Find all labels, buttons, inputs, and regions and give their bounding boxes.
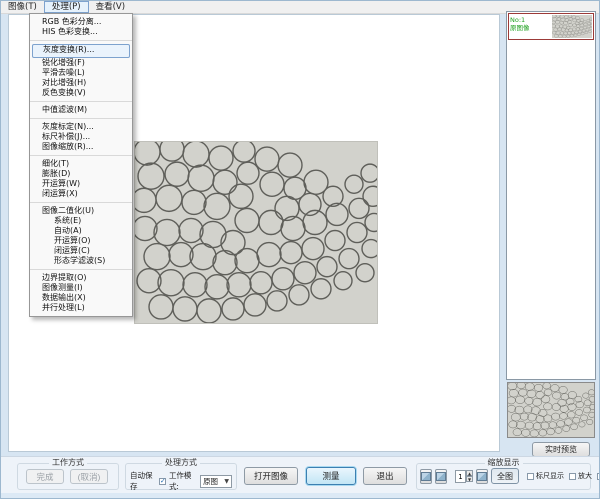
menu-item[interactable]: 标尺补偿(J)... <box>30 132 132 142</box>
menu-item[interactable]: 自动(A) <box>30 226 132 236</box>
menu-item[interactable]: HIS 色彩变换... <box>30 27 132 41</box>
menu-item[interactable]: 并行处理(L) <box>30 303 132 313</box>
menu-item[interactable]: 闭运算(C) <box>30 246 132 256</box>
menu-item[interactable]: 开运算(O) <box>30 236 132 246</box>
option-checkbox[interactable] <box>527 473 534 480</box>
zoom-display-group-title: 缩放显示 <box>485 458 523 468</box>
process-mode-group-title: 处理方式 <box>162 458 200 468</box>
mode-combobox[interactable]: 原图 ▼ <box>200 475 232 488</box>
menu-item[interactable]: 膨胀(D) <box>30 169 132 179</box>
micrograph-image <box>135 142 377 323</box>
menu-item[interactable]: 数据输出(X) <box>30 293 132 303</box>
done-button[interactable]: 完成 <box>26 469 64 484</box>
menu-item[interactable]: 闭运算(X) <box>30 189 132 203</box>
menu-item[interactable]: 灰度变换(R)... <box>32 44 130 58</box>
measure-button[interactable]: 测量 <box>306 467 356 485</box>
work-mode-group: 工作方式 完成 (取消) <box>17 463 119 490</box>
image-list-item-label: No:1 原图像 <box>509 14 551 39</box>
mode-combobox-value: 原图 <box>203 476 218 487</box>
cancel-button[interactable]: (取消) <box>70 469 108 484</box>
fit-view-button[interactable] <box>476 469 488 484</box>
menu-item[interactable]: 中值滤波(M) <box>30 105 132 119</box>
menu-item[interactable]: 图像缩放(R)... <box>30 142 132 156</box>
image-list-item-thumbnail[interactable] <box>552 15 592 38</box>
menubar-item[interactable]: 查看(V) <box>89 1 132 13</box>
zoom-out-button[interactable] <box>435 469 447 484</box>
work-mode-group-title: 工作方式 <box>49 458 87 468</box>
menu-item[interactable]: 细化(T) <box>30 159 132 169</box>
image-icon <box>477 472 487 481</box>
image-icon <box>436 472 446 481</box>
menu-item[interactable]: 对比增强(H) <box>30 78 132 88</box>
menu-item[interactable]: 形态学滤波(S) <box>30 256 132 270</box>
menu-item[interactable]: 图像二值化(U) <box>30 206 132 216</box>
app-window: 图像(T)处理(P)查看(V) RGB 色彩分离...HIS 色彩变换... 灰度… <box>0 0 600 499</box>
mode-label: 工作模式: <box>169 470 197 492</box>
menu-item[interactable]: 系统(E) <box>30 216 132 226</box>
load-image-button[interactable]: 打开图像 <box>244 467 298 485</box>
menu-item[interactable]: 反色变换(V) <box>30 88 132 102</box>
autosave-label: 自动保存 <box>130 470 156 492</box>
image-icon <box>421 472 431 481</box>
processing-menu-dropdown: RGB 色彩分离...HIS 色彩变换... 灰度变换(R)...锐化增强(F)平… <box>29 13 133 317</box>
option-label: 标尺显示 <box>536 471 564 481</box>
exit-button[interactable]: 退出 <box>363 467 407 485</box>
image-list: No:1 原图像 <box>506 11 596 380</box>
menu-item[interactable]: 边界提取(O) <box>30 273 132 283</box>
image-list-item[interactable]: No:1 原图像 <box>508 13 594 40</box>
menu-item[interactable]: 开运算(W) <box>30 179 132 189</box>
menu-item[interactable]: 灰度标定(N)... <box>30 122 132 132</box>
zoom-level-value: 1 <box>455 470 466 483</box>
option-label: 放大 <box>578 471 592 481</box>
process-mode-group: 处理方式 自动保存 工作模式: 原图 ▼ <box>125 463 237 490</box>
menu-item[interactable]: 图像测量(I) <box>30 283 132 293</box>
preview-button[interactable]: 实时预览 <box>532 442 590 457</box>
zoom-level-spinner[interactable]: 1 ▲▼ <box>455 470 473 483</box>
option-checkbox[interactable] <box>569 473 576 480</box>
full-view-button[interactable]: 全图 <box>491 468 519 484</box>
status-strip <box>1 493 600 499</box>
bottom-toolbar: 工作方式 完成 (取消) 处理方式 自动保存 工作模式: 原图 ▼ 打开图像 测… <box>1 456 600 493</box>
display-option[interactable]: 放大 <box>569 471 592 481</box>
preview-thumbnail[interactable] <box>507 382 595 438</box>
display-option[interactable]: 标尺显示 <box>527 471 564 481</box>
menubar-item[interactable]: 图像(T) <box>1 1 44 13</box>
zoom-display-group: 缩放显示 1 ▲▼ 全图 标尺显示 <box>416 463 591 490</box>
menu-item[interactable]: RGB 色彩分离... <box>30 17 132 27</box>
spinner-down-icon[interactable]: ▼ <box>466 476 473 482</box>
menu-item[interactable]: 锐化增强(F) <box>30 58 132 68</box>
zoom-in-button[interactable] <box>420 469 432 484</box>
menubar-item[interactable]: 处理(P) <box>44 1 89 13</box>
chevron-down-icon: ▼ <box>224 478 229 485</box>
autosave-checkbox[interactable] <box>159 478 166 485</box>
display-options: 标尺显示 放大 缩小 适中 <box>527 471 600 481</box>
menu-item[interactable]: 平滑去噪(L) <box>30 68 132 78</box>
